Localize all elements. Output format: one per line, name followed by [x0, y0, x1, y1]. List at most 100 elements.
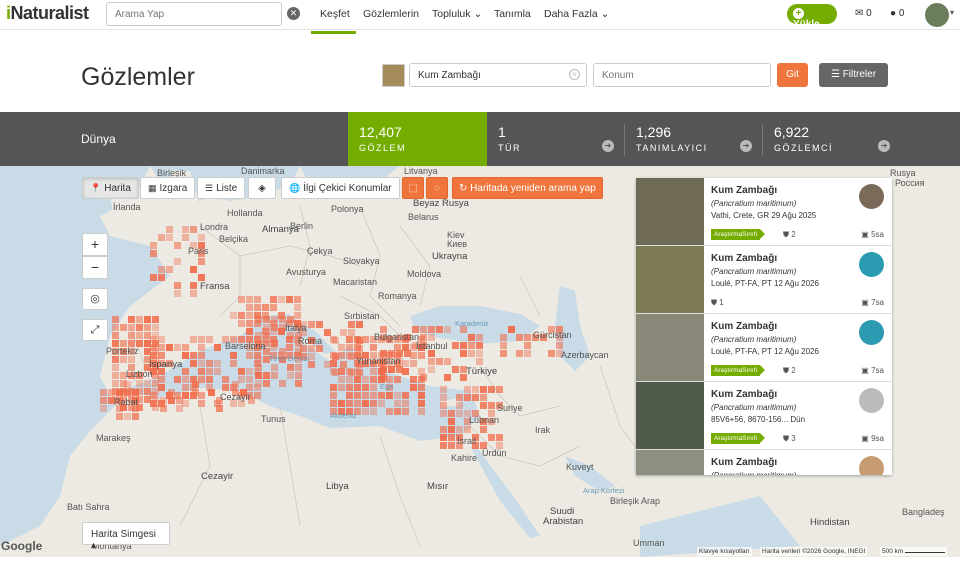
- observation-grid-cell[interactable]: [354, 336, 361, 343]
- observation-grid-cell[interactable]: [198, 360, 205, 367]
- observation-grid-cell[interactable]: [254, 296, 261, 303]
- observation-grid-cell[interactable]: [182, 234, 189, 241]
- observation-grid-cell[interactable]: [198, 344, 205, 351]
- observation-grid-cell[interactable]: [176, 397, 183, 404]
- observation-grid-cell[interactable]: [496, 386, 503, 393]
- observation-grid-cell[interactable]: [394, 400, 401, 407]
- observation-grid-cell[interactable]: [160, 405, 167, 412]
- observation-grid-cell[interactable]: [271, 324, 278, 331]
- observation-grid-cell[interactable]: [348, 329, 355, 336]
- observation-grid-cell[interactable]: [158, 336, 165, 343]
- observation-grid-cell[interactable]: [452, 366, 459, 373]
- observation-grid-cell[interactable]: [370, 408, 377, 415]
- observation-grid-cell[interactable]: [144, 396, 151, 403]
- observation-common-name[interactable]: Kum Zambağı: [711, 185, 777, 196]
- observation-grid-cell[interactable]: [271, 316, 278, 323]
- observation-grid-cell[interactable]: [230, 352, 237, 359]
- observation-grid-cell[interactable]: [346, 352, 353, 359]
- observation-grid-cell[interactable]: [402, 368, 409, 375]
- observation-grid-cell[interactable]: [472, 394, 479, 401]
- observation-grid-cell[interactable]: [456, 410, 463, 417]
- site-search-input[interactable]: [106, 2, 282, 26]
- observation-grid-cell[interactable]: [362, 376, 369, 383]
- observation-grid-cell[interactable]: [144, 324, 151, 331]
- observation-grid-cell[interactable]: [480, 394, 487, 401]
- observation-grid-cell[interactable]: [418, 408, 425, 415]
- nav-identify[interactable]: Tanımla: [494, 8, 531, 20]
- observation-grid-cell[interactable]: [500, 350, 507, 357]
- observation-grid-cell[interactable]: [174, 290, 181, 297]
- observation-grid-cell[interactable]: [456, 402, 463, 409]
- observation-grid-cell[interactable]: [158, 376, 165, 383]
- observation-grid-cell[interactable]: [246, 376, 253, 383]
- observation-grid-cell[interactable]: [255, 316, 262, 323]
- observation-grid-cell[interactable]: [436, 326, 443, 333]
- observation-grid-cell[interactable]: [324, 361, 331, 368]
- observation-grid-cell[interactable]: [436, 358, 443, 365]
- observation-grid-cell[interactable]: [166, 344, 173, 351]
- observation-grid-cell[interactable]: [190, 352, 197, 359]
- observation-grid-cell[interactable]: [246, 312, 253, 319]
- observation-grid-cell[interactable]: [136, 324, 143, 331]
- observation-grid-cell[interactable]: [198, 392, 205, 399]
- observation-grid-cell[interactable]: [410, 352, 417, 359]
- observation-grid-cell[interactable]: [402, 344, 409, 351]
- observation-item[interactable]: Kum Zambağı (Pancratium maritimum) Loulé, …: [636, 314, 892, 382]
- observation-grid-cell[interactable]: [152, 316, 159, 323]
- observation-grid-cell[interactable]: [124, 389, 131, 396]
- observation-grid-cell[interactable]: [255, 372, 262, 379]
- observation-grid-cell[interactable]: [468, 334, 475, 341]
- observation-grid-cell[interactable]: [316, 321, 323, 328]
- stat-observations[interactable]: 12,407 GÖZLEM: [348, 112, 487, 166]
- observation-grid-cell[interactable]: [158, 266, 165, 273]
- observation-grid-cell[interactable]: [246, 328, 253, 335]
- places-of-interest-button[interactable]: 🌐 İlgi Çekici Konumlar: [281, 177, 400, 199]
- observation-grid-cell[interactable]: [354, 368, 361, 375]
- observation-grid-cell[interactable]: [456, 426, 463, 433]
- observation-grid-cell[interactable]: [472, 386, 479, 393]
- observation-grid-cell[interactable]: [190, 360, 197, 367]
- observation-grid-cell[interactable]: [476, 350, 483, 357]
- go-button[interactable]: Git: [777, 63, 808, 87]
- observation-grid-cell[interactable]: [346, 336, 353, 343]
- observation-grid-cell[interactable]: [476, 342, 483, 349]
- observation-grid-cell[interactable]: [524, 334, 531, 341]
- observation-grid-cell[interactable]: [476, 358, 483, 365]
- observation-list[interactable]: Kum Zambağı (Pancratium maritimum) Vathi, …: [636, 178, 892, 475]
- observation-grid-cell[interactable]: [238, 368, 245, 375]
- observation-grid-cell[interactable]: [278, 296, 285, 303]
- observation-grid-cell[interactable]: [404, 350, 411, 357]
- observation-grid-cell[interactable]: [308, 361, 315, 368]
- observation-grid-cell[interactable]: [428, 358, 435, 365]
- observation-grid-cell[interactable]: [182, 368, 189, 375]
- observation-grid-cell[interactable]: [448, 442, 455, 449]
- observation-grid-cell[interactable]: [158, 352, 165, 359]
- observation-grid-cell[interactable]: [206, 360, 213, 367]
- observation-grid-cell[interactable]: [152, 324, 159, 331]
- nav-your-observations[interactable]: Gözlemlerin: [363, 8, 419, 20]
- observation-grid-cell[interactable]: [263, 316, 270, 323]
- observation-grid-cell[interactable]: [524, 342, 531, 349]
- observation-grid-cell[interactable]: [254, 392, 261, 399]
- observation-grid-cell[interactable]: [480, 402, 487, 409]
- observation-grid-cell[interactable]: [386, 392, 393, 399]
- observation-grid-cell[interactable]: [238, 320, 245, 327]
- observation-grid-cell[interactable]: [246, 368, 253, 375]
- observation-grid-cell[interactable]: [190, 266, 197, 273]
- observation-grid-cell[interactable]: [548, 350, 555, 357]
- observation-grid-cell[interactable]: [136, 380, 143, 387]
- keyboard-shortcuts-link[interactable]: Klavye kısayolları: [697, 547, 752, 556]
- observation-grid-cell[interactable]: [340, 329, 347, 336]
- observation-common-name[interactable]: Kum Zambağı: [711, 457, 777, 468]
- observation-grid-cell[interactable]: [232, 381, 239, 388]
- observation-grid-cell[interactable]: [428, 350, 435, 357]
- observation-grid-cell[interactable]: [346, 376, 353, 383]
- observation-grid-cell[interactable]: [246, 304, 253, 311]
- observation-item[interactable]: Kum Zambağı (Pancratium maritimum) Vathi, …: [636, 178, 892, 246]
- observation-grid-cell[interactable]: [354, 400, 361, 407]
- observation-grid-cell[interactable]: [346, 368, 353, 375]
- observation-grid-cell[interactable]: [246, 296, 253, 303]
- observation-grid-cell[interactable]: [206, 376, 213, 383]
- observation-grid-cell[interactable]: [308, 345, 315, 352]
- map-view[interactable]: Birleşik Danimarka Litvanya Beyaz Rusya İrla…: [0, 166, 960, 557]
